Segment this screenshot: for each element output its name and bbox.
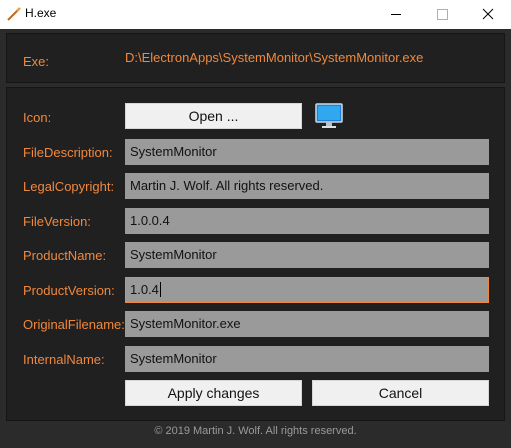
cancel-button[interactable]: Cancel: [312, 380, 489, 406]
maximize-icon: [437, 9, 448, 20]
file-description-label: FileDescription:: [23, 145, 113, 160]
apply-changes-button[interactable]: Apply changes: [125, 380, 302, 406]
title-bar[interactable]: H.exe: [0, 0, 511, 29]
footer-copyright: © 2019 Martin J. Wolf. All rights reserv…: [154, 425, 357, 437]
product-name-field[interactable]: SystemMonitor: [125, 242, 489, 268]
minimize-icon: [391, 14, 401, 15]
text-caret: [159, 282, 161, 297]
open-icon-button[interactable]: Open ...: [125, 103, 302, 129]
main-content: Exe: D:\ElectronApps\SystemMonitor\Syste…: [1, 29, 510, 447]
internal-name-field[interactable]: SystemMonitor: [125, 346, 489, 372]
legal-copyright-field[interactable]: Martin J. Wolf. All rights reserved.: [125, 173, 489, 199]
file-description-field[interactable]: SystemMonitor: [125, 139, 489, 165]
internal-name-value: SystemMonitor: [130, 351, 217, 366]
exe-path: D:\ElectronApps\SystemMonitor\SystemMoni…: [125, 50, 424, 65]
app-window: H.exe Exe: D:\ElectronApps\SystemMonitor…: [0, 0, 511, 448]
close-icon: [482, 8, 494, 20]
exe-panel: Exe: D:\ElectronApps\SystemMonitor\Syste…: [6, 33, 505, 83]
monitor-icon: [315, 103, 343, 128]
internal-name-label: InternalName:: [23, 352, 105, 367]
product-version-label: ProductVersion:: [23, 283, 115, 298]
legal-copyright-label: LegalCopyright:: [23, 179, 115, 194]
file-version-label: FileVersion:: [23, 214, 91, 229]
minimize-button[interactable]: [373, 0, 419, 29]
exe-label: Exe:: [23, 54, 50, 69]
close-button[interactable]: [465, 0, 511, 29]
wand-icon: [7, 7, 21, 21]
maximize-button[interactable]: [419, 0, 465, 29]
legal-copyright-value: Martin J. Wolf. All rights reserved.: [130, 178, 324, 193]
product-version-field[interactable]: 1.0.4: [125, 277, 489, 303]
file-version-value: 1.0.0.4: [130, 213, 170, 228]
original-filename-field[interactable]: SystemMonitor.exe: [125, 311, 489, 337]
file-version-field[interactable]: 1.0.0.4: [125, 208, 489, 234]
product-name-label: ProductName:: [23, 248, 107, 263]
icon-label: Icon:: [23, 110, 52, 125]
product-version-value: 1.0.4: [130, 282, 159, 297]
original-filename-value: SystemMonitor.exe: [130, 316, 241, 331]
product-name-value: SystemMonitor: [130, 247, 217, 262]
properties-panel: Icon: Open ... FileDescription: SystemMo…: [6, 87, 505, 421]
window-title: H.exe: [25, 6, 57, 20]
original-filename-label: OriginalFilename:: [23, 317, 125, 332]
file-description-value: SystemMonitor: [130, 144, 217, 159]
